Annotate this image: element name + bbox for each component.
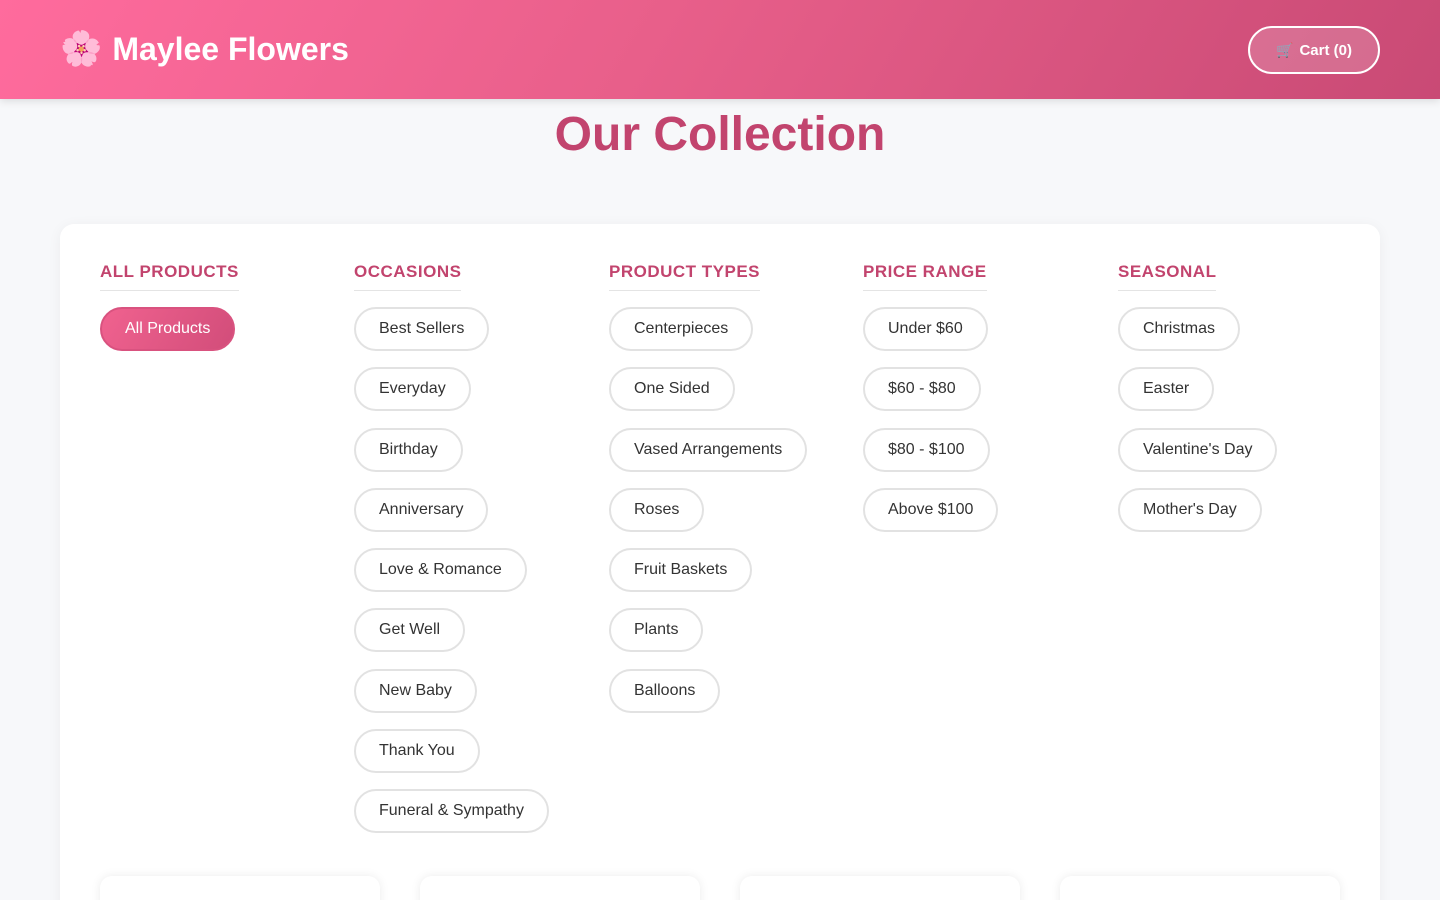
cart-icon: 🛒: [1276, 41, 1294, 58]
filter-pill[interactable]: Plants: [609, 608, 704, 653]
product-card[interactable]: [1060, 876, 1340, 900]
filter-pill[interactable]: Centerpieces: [609, 307, 754, 351]
filter-pill[interactable]: Thank You: [354, 729, 480, 774]
filter-group-title: PRODUCT TYPES: [609, 262, 761, 291]
filter-pill[interactable]: Fruit Baskets: [609, 548, 753, 593]
filter-pill[interactable]: Everyday: [354, 367, 471, 412]
filter-group-title: ALL PRODUCTS: [100, 262, 239, 291]
brand-name: Maylee Flowers: [112, 30, 349, 67]
product-card[interactable]: [100, 876, 380, 900]
filter-group-price-range: PRICE RANGE Under $60 $60 - $80 $80 - $100…: [863, 262, 1103, 548]
filter-pill[interactable]: Best Sellers: [354, 307, 490, 351]
filter-pill[interactable]: Vased Arrangements: [609, 427, 808, 472]
product-card[interactable]: [420, 876, 700, 900]
filter-pill[interactable]: Christmas: [1118, 307, 1241, 351]
cart-button[interactable]: 🛒 Cart (0): [1248, 26, 1380, 74]
filter-pill[interactable]: One Sided: [609, 367, 735, 412]
filter-pill[interactable]: Birthday: [354, 427, 463, 472]
filter-pill[interactable]: Balloons: [609, 668, 721, 713]
filter-group-all: ALL PRODUCTS All Products: [100, 262, 340, 367]
site-header: 🌸 Maylee Flowers 🛒 Cart (0): [0, 0, 1440, 99]
filter-group-occasions: OCCASIONS Best Sellers Everyday Birthday An…: [354, 262, 594, 850]
filter-group-title: SEASONAL: [1118, 262, 1217, 291]
filter-group-product-types: PRODUCT TYPES Centerpieces One Sided Vased…: [609, 262, 849, 729]
filter-group-seasonal: SEASONAL Christmas Easter Valentine's Day M…: [1118, 262, 1358, 548]
filter-pill[interactable]: All Products: [100, 307, 236, 351]
brand-logo[interactable]: 🌸 Maylee Flowers: [60, 28, 349, 70]
filter-pill[interactable]: Above $100: [863, 487, 999, 532]
cherry-blossom-icon: 🌸: [60, 30, 103, 68]
filter-panel: ALL PRODUCTS All Products OCCASIONS Best…: [60, 224, 1380, 900]
filter-pill[interactable]: Under $60: [863, 307, 988, 351]
filter-pill[interactable]: Get Well: [354, 608, 466, 653]
cart-label: Cart (0): [1299, 41, 1352, 59]
filter-pill[interactable]: Valentine's Day: [1118, 427, 1278, 472]
filter-pill[interactable]: Love & Romance: [354, 548, 527, 593]
filter-pill[interactable]: Anniversary: [354, 487, 489, 532]
filter-pill[interactable]: $80 - $100: [863, 427, 990, 472]
page-title: Our Collection: [554, 108, 886, 161]
product-card[interactable]: [740, 876, 1020, 900]
filter-pill[interactable]: Roses: [609, 487, 705, 532]
filter-group-title: PRICE RANGE: [863, 262, 987, 291]
filter-pill[interactable]: Mother's Day: [1118, 487, 1262, 532]
filter-pill[interactable]: Easter: [1118, 367, 1215, 412]
filter-pill[interactable]: $60 - $80: [863, 367, 981, 412]
filter-pill[interactable]: Funeral & Sympathy: [354, 789, 549, 834]
filter-pill[interactable]: New Baby: [354, 668, 477, 713]
filter-group-title: OCCASIONS: [354, 262, 462, 291]
